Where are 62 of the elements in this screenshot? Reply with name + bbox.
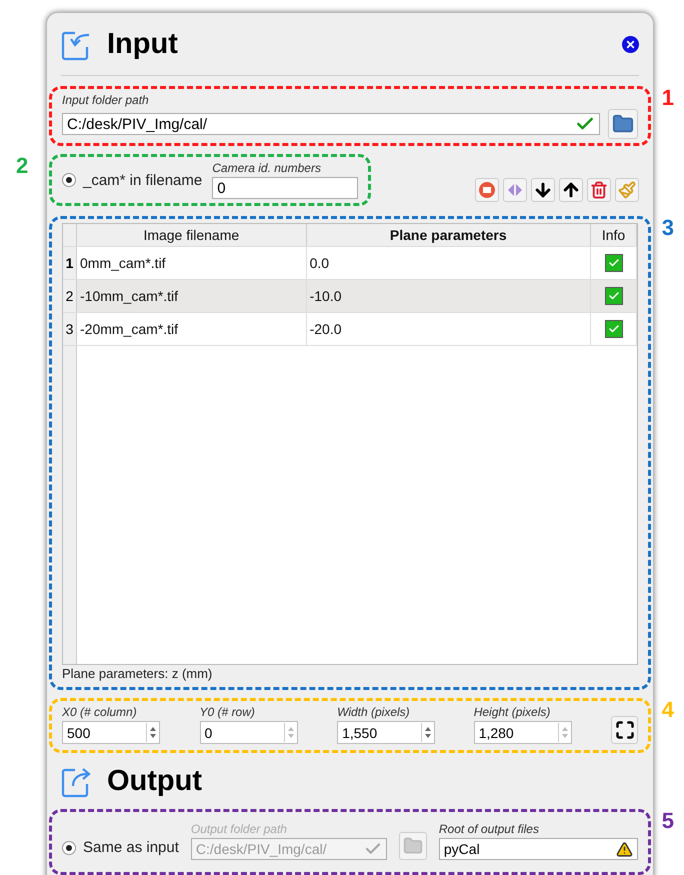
table-cell[interactable]: -10.0 bbox=[306, 280, 591, 312]
table-cell[interactable]: -20mm_cam*.tif bbox=[77, 313, 307, 345]
checkbox[interactable] bbox=[604, 320, 622, 338]
check-icon bbox=[608, 323, 620, 335]
row-number: 2 bbox=[63, 280, 77, 312]
table-caption: Plane parameters: z (mm) bbox=[62, 666, 212, 681]
annotation-number: 5 bbox=[662, 808, 674, 834]
trash-icon bbox=[590, 181, 608, 199]
input-field[interactable]: 1,550 bbox=[342, 724, 422, 740]
field-label: Y0 (# row) bbox=[200, 705, 256, 719]
annotation-number: 3 bbox=[662, 215, 674, 241]
delete-button[interactable] bbox=[587, 178, 611, 202]
field-label: X0 (# column) bbox=[62, 705, 138, 719]
spin-field[interactable]: 1,550 bbox=[337, 721, 436, 744]
stop-icon bbox=[478, 181, 496, 199]
radio-option[interactable]: Same as input bbox=[62, 839, 179, 856]
table-cell[interactable]: -10mm_cam*.tif bbox=[77, 280, 307, 312]
field-label: Output folder path bbox=[190, 822, 288, 836]
image-button[interactable] bbox=[475, 178, 499, 202]
check-icon bbox=[608, 290, 620, 302]
section-title: Input bbox=[107, 28, 179, 60]
radio-button[interactable] bbox=[62, 173, 76, 187]
checkbox[interactable] bbox=[604, 254, 622, 272]
annotation-number: 1 bbox=[662, 85, 674, 111]
text-field[interactable]: pyCal bbox=[438, 838, 638, 860]
check-icon bbox=[608, 257, 620, 269]
field-label: Camera id. numbers bbox=[212, 161, 322, 175]
brush-icon bbox=[618, 181, 636, 199]
stepper-icon[interactable] bbox=[146, 723, 159, 742]
swap-icon bbox=[506, 181, 524, 199]
annotation-number: 4 bbox=[662, 697, 674, 723]
folder-icon bbox=[612, 113, 634, 135]
table-cell[interactable]: -20.0 bbox=[306, 313, 591, 345]
move-down-button[interactable] bbox=[531, 178, 555, 202]
field-label: Root of output files bbox=[438, 822, 540, 836]
spin-field[interactable]: 500 bbox=[62, 721, 160, 744]
move-up-button[interactable] bbox=[559, 178, 583, 202]
input-field[interactable]: C:/desk/PIV_Img/cal/ bbox=[67, 116, 575, 132]
input-field[interactable]: pyCal bbox=[444, 841, 616, 857]
input-field[interactable]: 0 bbox=[217, 180, 354, 196]
checkbox[interactable] bbox=[604, 287, 622, 305]
field-label: Height (pixels) bbox=[474, 705, 552, 719]
expand-icon bbox=[614, 720, 635, 740]
folder-icon bbox=[402, 836, 423, 856]
radio-button[interactable] bbox=[62, 840, 76, 854]
close-icon bbox=[625, 38, 636, 50]
table-cell[interactable]: 0.0 bbox=[306, 247, 591, 279]
browse-button[interactable] bbox=[608, 109, 638, 139]
column-header[interactable]: Plane parameters bbox=[306, 224, 591, 246]
row-number: 1 bbox=[63, 247, 77, 279]
table-cell[interactable]: 0mm_cam*.tif bbox=[77, 247, 307, 279]
field-label: Input folder path bbox=[62, 93, 150, 107]
row-number: 3 bbox=[63, 313, 77, 345]
section-title: Output bbox=[107, 764, 204, 798]
annotation-number: 2 bbox=[16, 153, 28, 179]
input-field[interactable]: 500 bbox=[67, 724, 146, 740]
close-button[interactable] bbox=[622, 36, 639, 52]
fit-button[interactable] bbox=[611, 716, 638, 744]
text-field[interactable]: 0 bbox=[212, 177, 358, 199]
text-field[interactable]: C:/desk/PIV_Img/cal/ bbox=[62, 113, 600, 135]
field-label: Width (pixels) bbox=[337, 705, 411, 719]
radio-option[interactable]: _cam* in filename bbox=[62, 172, 202, 188]
